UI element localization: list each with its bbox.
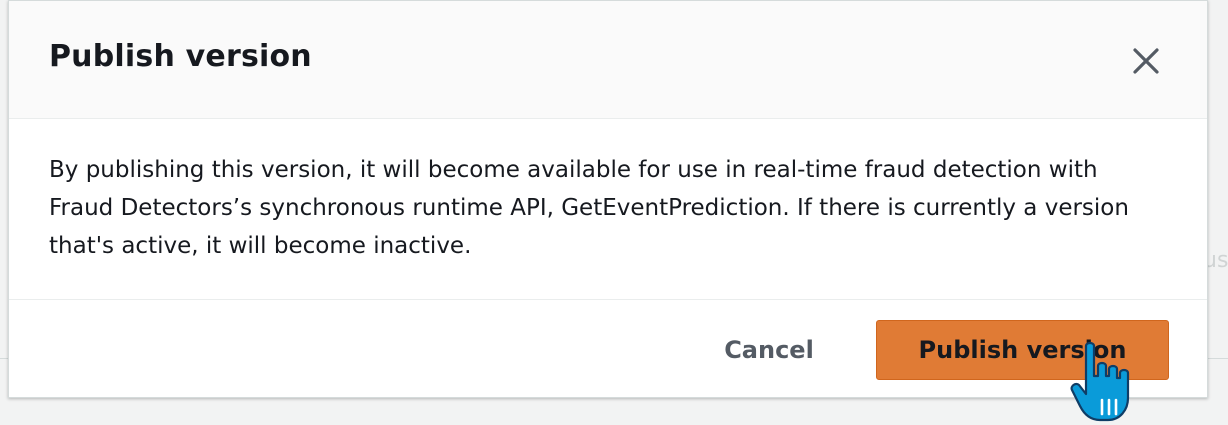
publish-version-modal: Publish version By publishing this versi…	[8, 0, 1208, 398]
publish-version-button[interactable]: Publish version	[876, 320, 1169, 380]
modal-body-text: By publishing this version, it will beco…	[49, 157, 1129, 259]
close-icon	[1133, 48, 1159, 74]
modal-title: Publish version	[49, 39, 312, 74]
modal-header: Publish version	[9, 1, 1207, 119]
close-button[interactable]	[1129, 44, 1163, 78]
modal-footer: Cancel Publish version	[9, 299, 1207, 399]
cancel-button[interactable]: Cancel	[699, 320, 839, 380]
